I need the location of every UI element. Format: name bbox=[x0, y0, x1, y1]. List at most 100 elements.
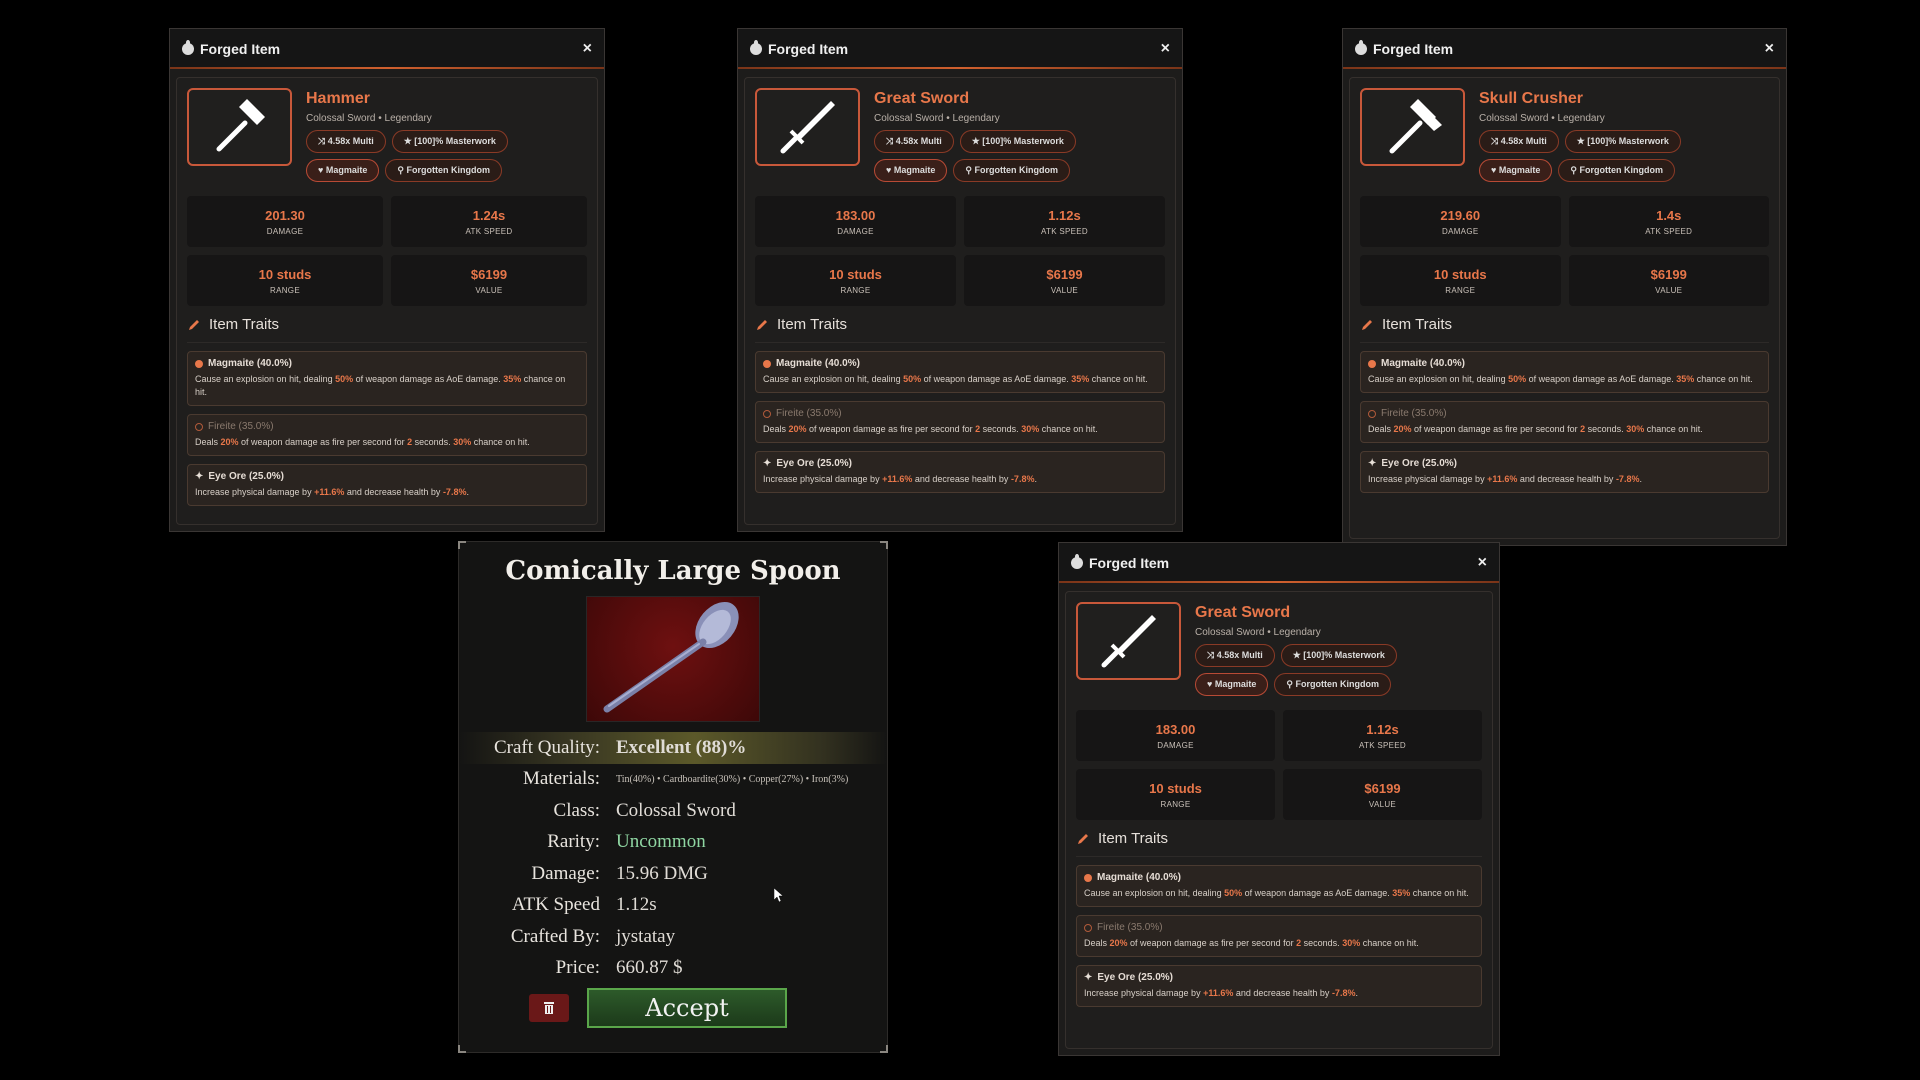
item-card: Great Sword Colossal Sword • Legendary ⤨… bbox=[1065, 591, 1493, 1049]
range-value: 10 studs bbox=[1149, 780, 1202, 796]
mouse-cursor-icon bbox=[774, 888, 784, 902]
trait-fireite: Fireite (35.0%) Deals 20% of weapon dama… bbox=[1360, 401, 1769, 444]
trait-name: Eye Ore (25.0%) bbox=[1097, 972, 1173, 984]
pencil-icon bbox=[1362, 319, 1372, 330]
multi-badge: ⤨ 4.58x Multi bbox=[874, 130, 954, 153]
origin-text: Forgotten Kingdom bbox=[974, 165, 1058, 175]
value: Tin(40%) • Cardboardite(30%) • Copper(27… bbox=[616, 773, 849, 785]
fireite-icon bbox=[195, 422, 203, 431]
item-card: Hammer Colossal Sword • Legendary ⤨ 4.58… bbox=[176, 77, 598, 525]
damage-row: Damage: 15.96 DMG bbox=[459, 858, 887, 890]
trait-description: Cause an explosion on hit, dealing 50% o… bbox=[195, 374, 566, 398]
hammer-icon bbox=[216, 99, 265, 152]
trait-magmaite: Magmaite (40.0%) Cause an explosion on h… bbox=[755, 351, 1165, 394]
item-subtitle: Colossal Sword • Legendary bbox=[1195, 627, 1321, 638]
atk-speed-label: ATK SPEED bbox=[465, 226, 513, 236]
traits-title: Item Traits bbox=[1098, 830, 1169, 847]
stat-range: 10 studs RANGE bbox=[755, 255, 956, 306]
stat-damage: 183.00 DAMAGE bbox=[755, 196, 956, 247]
trait-name: Eye Ore (25.0%) bbox=[776, 458, 852, 470]
trait-description: Deals 20% of weapon damage as fire per s… bbox=[1368, 424, 1703, 435]
price-value: $6199 bbox=[470, 266, 508, 282]
close-button[interactable]: × bbox=[1478, 554, 1487, 572]
trait-fireite: Fireite (35.0%) Deals 20% of weapon dama… bbox=[755, 401, 1165, 444]
masterwork-badge: ★ [100]% Masterwork bbox=[959, 130, 1076, 153]
value: 1.12s bbox=[616, 894, 657, 916]
material-text: Magmaite bbox=[893, 165, 936, 175]
trait-eye-ore: ✦ Eye Ore (25.0%) Increase physical damag… bbox=[1360, 451, 1769, 494]
range-label: RANGE bbox=[1445, 285, 1476, 295]
trait-description: Deals 20% of weapon damage as fire per s… bbox=[763, 424, 1098, 435]
trait-name: Fireite (35.0%) bbox=[208, 421, 274, 433]
trait-description: Cause an explosion on hit, dealing 50% o… bbox=[1368, 374, 1753, 384]
stat-value: $6199 VALUE bbox=[1283, 769, 1482, 820]
value: 15.96 DMG bbox=[616, 862, 708, 884]
origin-badge: ⚲ Forgotten Kingdom bbox=[1558, 159, 1675, 182]
material-badge: ♥ Magmaite bbox=[1479, 159, 1553, 182]
trait-name: Magmaite (40.0%) bbox=[208, 358, 292, 369]
close-button[interactable]: × bbox=[1161, 40, 1170, 58]
label: Materials: bbox=[522, 768, 600, 790]
stat-value: $6199 VALUE bbox=[964, 255, 1165, 306]
magmaite-icon bbox=[195, 359, 203, 368]
label: Damage: bbox=[531, 862, 600, 884]
masterwork-badge: ★ [100]% Masterwork bbox=[1564, 130, 1681, 153]
multi-text: 4.58x Multi bbox=[327, 136, 374, 146]
forge-icon bbox=[182, 40, 194, 55]
eye-ore-icon: ✦ bbox=[1084, 972, 1093, 984]
eye-ore-icon: ✦ bbox=[763, 458, 772, 470]
item-card: Great Sword Colossal Sword • Legendary ⤨… bbox=[744, 77, 1176, 525]
trait-description: Increase physical damage by +11.6% and d… bbox=[1368, 474, 1642, 485]
trait-name: Magmaite (40.0%) bbox=[1097, 872, 1181, 883]
label: Crafted By: bbox=[510, 925, 600, 947]
masterwork-text: [100]% Masterwork bbox=[414, 136, 496, 146]
multi-text: 4.58x Multi bbox=[1500, 136, 1547, 146]
atk-speed-label: ATK SPEED bbox=[1645, 226, 1693, 236]
value: 660.87 $ bbox=[616, 957, 683, 979]
price-row: Price: 660.87 $ bbox=[459, 953, 887, 985]
item-name: Hammer bbox=[306, 90, 371, 107]
rarity-row: Rarity: Uncommon bbox=[459, 827, 887, 859]
label: Craft Quality: bbox=[493, 736, 600, 758]
atk-speed-row: ATK Speed 1.12s bbox=[459, 890, 887, 922]
value-label: VALUE bbox=[1655, 285, 1683, 295]
value: Excellent (88)% bbox=[616, 736, 747, 758]
material-text: Magmaite bbox=[1498, 165, 1541, 175]
price-value: $6199 bbox=[1650, 266, 1687, 282]
range-label: RANGE bbox=[1160, 799, 1191, 809]
atk-speed-label: ATK SPEED bbox=[1358, 740, 1406, 750]
atk-speed-value: 1.12s bbox=[1048, 207, 1081, 223]
item-card: Skull Crusher Colossal Sword • Legendary… bbox=[1349, 77, 1780, 539]
delete-button[interactable] bbox=[529, 994, 569, 1022]
origin-badge: ⚲ Forgotten Kingdom bbox=[1274, 673, 1391, 696]
traits-header: Item Traits bbox=[1360, 316, 1769, 343]
forge-icon bbox=[750, 40, 762, 55]
stat-damage: 183.00 DAMAGE bbox=[1076, 710, 1275, 761]
forged-item-window-4: Forged Item × Great Sword Colossal Sword… bbox=[1058, 542, 1500, 1056]
forged-item-window-1: Forged Item × Hammer Colossal Sword • Le… bbox=[169, 28, 605, 532]
window-title: Forged Item bbox=[1089, 555, 1170, 571]
damage-value: 183.00 bbox=[835, 207, 876, 223]
fireite-icon bbox=[763, 409, 771, 418]
trait-description: Increase physical damage by +11.6% and d… bbox=[763, 474, 1037, 485]
stat-atk-speed: 1.24s ATK SPEED bbox=[391, 196, 587, 247]
label: Rarity: bbox=[547, 831, 600, 853]
stat-atk-speed: 1.4s ATK SPEED bbox=[1568, 196, 1769, 247]
price-value: $6199 bbox=[1046, 266, 1083, 282]
item-image bbox=[1076, 602, 1181, 680]
fireite-icon bbox=[1084, 923, 1092, 932]
range-label: RANGE bbox=[270, 285, 300, 295]
forge-icon bbox=[1355, 40, 1367, 55]
stat-value: $6199 VALUE bbox=[1568, 255, 1769, 306]
trait-name: Fireite (35.0%) bbox=[1381, 408, 1447, 420]
trait-fireite: Fireite (35.0%) Deals 20% of weapon dama… bbox=[187, 414, 587, 457]
close-button[interactable]: × bbox=[1765, 40, 1774, 58]
item-image bbox=[187, 88, 292, 166]
value-label: VALUE bbox=[1050, 285, 1079, 295]
window-header: Forged Item × bbox=[1343, 29, 1786, 69]
fireite-icon bbox=[1368, 409, 1376, 418]
forged-item-window-2: Forged Item × Great Sword Colossal Sword… bbox=[737, 28, 1183, 532]
accept-button[interactable]: Accept bbox=[587, 988, 787, 1028]
close-button[interactable]: × bbox=[583, 40, 592, 58]
item-image bbox=[755, 88, 860, 166]
